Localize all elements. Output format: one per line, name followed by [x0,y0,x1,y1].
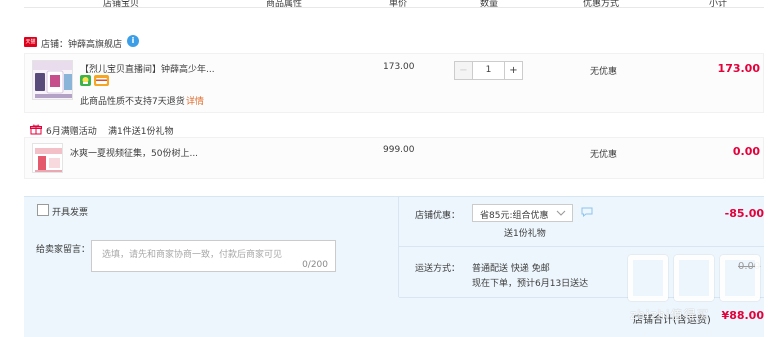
summary-divider [398,197,399,297]
invoice-label: 开具发票 [52,208,89,218]
gift-item-row: 冰爽一夏视频征集，50份树上... 999.00 无优惠 0.00 [24,137,764,179]
product-thumbnail[interactable] [32,60,73,100]
gift-title-link[interactable]: 冰爽一夏视频征集，50份树上... [70,146,198,159]
message-placeholder: 选填，请先和商家协商一致，付款后商家可见 [102,250,283,260]
credit-card-icon [94,75,109,86]
cart-item-row: 【烈儿宝贝直播间】钟薛高少年... 此商品性质不支持7天退货 详情 173.00… [24,53,764,113]
summary-row-divider [399,246,764,247]
quantity-decrease-button[interactable]: − [454,61,473,80]
shipping-eta: 现在下单，预计6月13日送达 [472,279,589,289]
shop-discount-value: -85.00 [724,207,764,220]
info-circle-icon[interactable]: i [127,35,139,47]
watermark-logo [628,255,768,303]
header-divider [24,7,764,8]
promo-rule: 满1件送1份礼物 [108,127,174,137]
quantity-increase-button[interactable]: + [504,61,523,80]
chevron-down-icon [556,209,566,217]
unit-price: 173.00 [383,62,415,72]
promo-title: 6月满赠活动 [46,127,97,137]
chat-bubble-icon[interactable] [581,207,593,218]
gift-icon [30,124,42,135]
message-counter: 0/200 [302,260,328,270]
gift-subtotal: 0.00 [732,145,760,158]
shop-discount-select[interactable]: 省85元:组合优惠 [472,204,573,222]
shipping-method: 普通配送 快递 免邮 [472,264,550,274]
quantity-stepper: − 1 + [454,61,523,80]
gift-discount-method: 无优惠 [590,150,618,160]
shipping-label: 运送方式： [415,264,461,274]
service-badge-icon [80,75,91,86]
discount-method: 无优惠 [590,67,618,77]
product-title-link[interactable]: 【烈儿宝贝直播间】钟薛高少年... [80,62,215,75]
gift-unit-price: 999.00 [383,145,415,155]
tmall-badge-icon: 天猫 [24,37,37,47]
shop-total-value: ¥88.00 [721,309,764,322]
return-detail-link[interactable]: 详情 [186,94,204,107]
return-notice: 此商品性质不支持7天退货 [80,97,185,107]
shop-discount-selected: 省85元:组合优惠 [480,211,549,221]
item-subtotal: 173.00 [717,62,760,75]
seller-message-textarea[interactable]: 选填，请先和商家协商一致，付款后商家可见 0/200 [91,240,336,272]
quantity-input[interactable]: 1 [473,61,504,80]
message-label: 给卖家留言： [36,245,91,255]
shop-name-link[interactable]: 店铺：钟薛高旗舰店 [41,37,122,50]
shop-discount-gift: 送1份礼物 [504,229,546,239]
watermark-text: zhizhi值得买 [630,308,710,322]
gift-thumbnail[interactable] [32,143,63,173]
shop-discount-label: 店铺优惠： [415,211,461,221]
invoice-checkbox[interactable] [37,204,49,216]
